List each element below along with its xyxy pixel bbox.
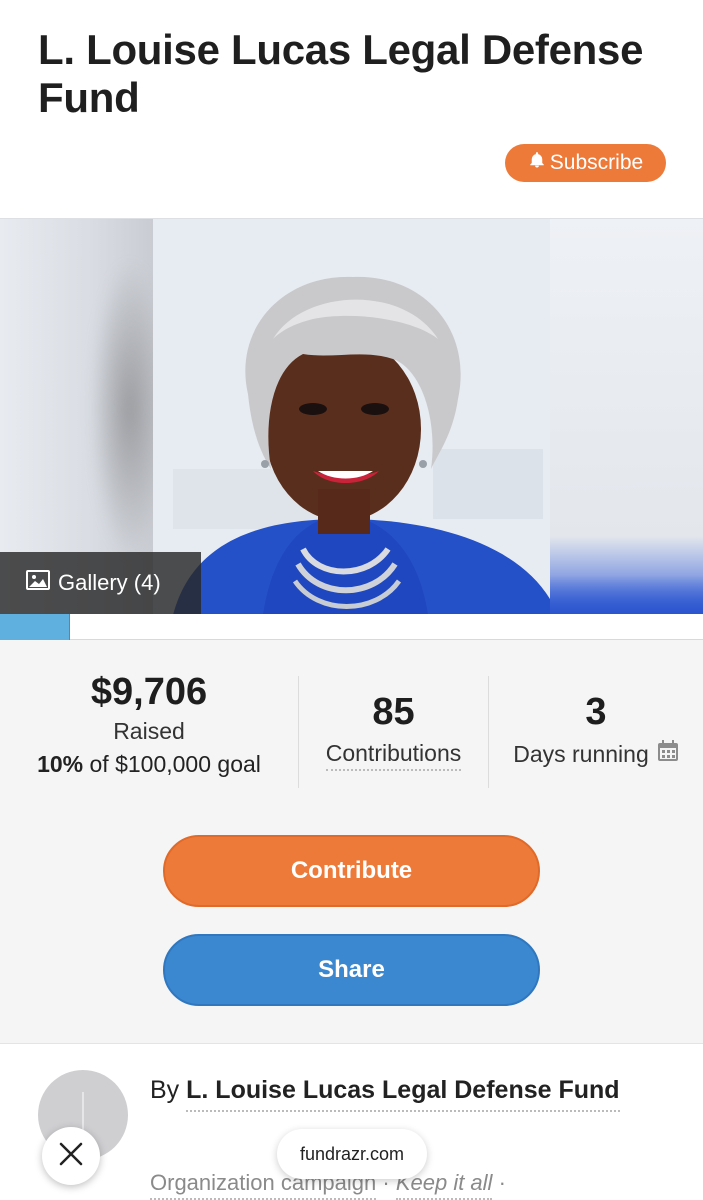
campaign-photo[interactable] [153,219,550,614]
close-browser-button[interactable] [42,1127,100,1185]
share-button[interactable]: Share [163,934,540,1006]
campaign-stats: $9,706 Raised 10% of $100,000 goal 85 Co… [0,641,703,821]
image-icon [26,570,50,596]
browser-url-pill[interactable]: fundrazr.com [277,1129,427,1179]
portrait-illustration [153,219,550,614]
gallery-button[interactable]: Gallery (4) [0,552,201,614]
campaign-header: L. Louise Lucas Legal Defense Fund Subsc… [0,0,703,218]
days-running-stat: 3 Days running [489,691,703,768]
close-icon [58,1141,84,1172]
campaign-type-line: Organization campaign · Keep it all · [150,1170,690,1200]
goal-percent: 10% [37,751,84,777]
contributions-stat[interactable]: 85 Contributions [299,691,488,771]
contribute-button[interactable]: Contribute [163,835,540,907]
contributions-label[interactable]: Contributions [325,740,462,771]
raised-stat: $9,706 Raised 10% of $100,000 goal [0,671,298,778]
carousel-next-image[interactable] [550,219,703,614]
page-title: L. Louise Lucas Legal Defense Fund [38,26,644,121]
goal-text: 10% of $100,000 goal [0,751,298,778]
contributions-count: 85 [372,691,415,733]
organizer-name-line: By L. Louise Lucas Legal Defense Fund [150,1072,670,1112]
goal-amount: of $100,000 goal [89,751,261,777]
funding-progress-bar [0,614,703,640]
funding-progress-fill [0,614,71,640]
days-count: 3 [585,691,607,733]
bell-icon [528,151,546,175]
raised-label: Raised [113,718,185,744]
organizer-name-link[interactable]: L. Louise Lucas Legal Defense Fund [186,1072,620,1112]
days-label: Days running [513,740,649,767]
subscribe-label: Subscribe [549,151,644,174]
calendar-icon [657,740,679,768]
raised-amount: $9,706 [90,671,208,713]
by-prefix: By [150,1076,180,1104]
separator: · [498,1170,506,1195]
gallery-label: Gallery (4) [58,570,161,595]
subscribe-button[interactable]: Subscribe [505,144,666,182]
